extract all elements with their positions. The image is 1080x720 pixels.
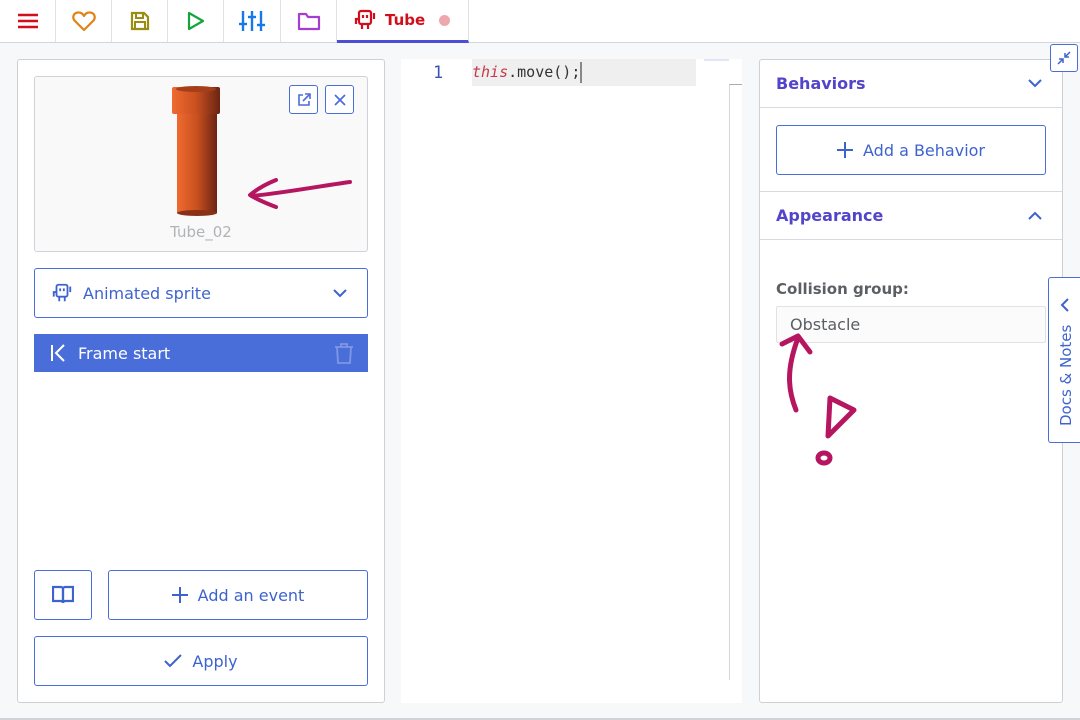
tab-tube[interactable]: Tube: [337, 0, 470, 43]
settings-button[interactable]: [224, 0, 281, 42]
frame-start-icon: [51, 344, 65, 362]
play-icon: [187, 11, 204, 31]
chevron-up-icon: [1028, 211, 1042, 220]
close-icon: [333, 93, 346, 106]
add-event-button[interactable]: Add an event: [108, 570, 368, 620]
book-icon: [52, 585, 74, 604]
robot-sprite-icon: [354, 9, 376, 29]
project-folder-button[interactable]: [281, 0, 337, 42]
event-item-frame-start[interactable]: Frame start: [34, 334, 368, 372]
event-label: Frame start: [78, 343, 171, 363]
plus-icon: [837, 142, 853, 158]
code-text: .move();: [508, 63, 581, 81]
tube-sprite-image: [172, 86, 220, 216]
object-type-label: Animated sprite: [83, 283, 211, 303]
collision-group-input[interactable]: [776, 306, 1046, 343]
text-cursor: [580, 62, 583, 83]
save-icon: [130, 11, 149, 31]
save-button[interactable]: [112, 0, 168, 42]
chevron-left-icon: [1060, 298, 1069, 312]
sliders-icon: [239, 11, 265, 31]
favorites-button[interactable]: [56, 0, 112, 42]
docs-button[interactable]: [34, 570, 92, 620]
heart-icon: [71, 11, 96, 32]
behaviors-title: Behaviors: [776, 74, 866, 93]
minimap[interactable]: [704, 59, 729, 61]
open-external-button[interactable]: [289, 85, 318, 114]
trash-icon[interactable]: [334, 342, 354, 364]
behaviors-section-header[interactable]: Behaviors: [760, 60, 1062, 108]
sprite-preview: Tube_02: [34, 76, 368, 252]
menu-button[interactable]: [0, 0, 56, 42]
add-behavior-label: Add a Behavior: [863, 140, 985, 160]
properties-panel: Behaviors Add a Behavior Appearance Coll…: [759, 59, 1063, 703]
toolbar: Tube: [0, 0, 1080, 43]
collision-group-label: Collision group:: [776, 280, 909, 298]
code-line[interactable]: this.move();: [472, 59, 696, 86]
appearance-title: Appearance: [776, 206, 884, 225]
check-icon: [164, 654, 183, 668]
app-window: Tube Tube_02 Animated sprite Frame start…: [0, 0, 1080, 720]
robot-sprite-icon: [52, 283, 72, 302]
folder-icon: [297, 12, 320, 31]
chevron-down-icon: [333, 288, 347, 297]
add-event-label: Add an event: [197, 585, 305, 605]
plus-icon: [171, 587, 188, 603]
object-panel: Tube_02 Animated sprite Frame start Add …: [17, 59, 385, 703]
menu-icon: [17, 13, 38, 29]
appearance-section-header[interactable]: Appearance: [760, 192, 1062, 240]
line-number: 1: [433, 63, 444, 83]
apply-label: Apply: [192, 651, 238, 671]
tab-label: Tube: [385, 11, 426, 29]
behaviors-section-body: Add a Behavior: [760, 108, 1062, 192]
chevron-down-icon: [1028, 79, 1042, 88]
editor-scrollbar[interactable]: [729, 84, 742, 680]
unsaved-indicator: [439, 14, 451, 26]
object-type-select[interactable]: Animated sprite: [34, 268, 368, 318]
collapse-arrows-icon: [1057, 51, 1071, 65]
external-link-icon: [297, 92, 311, 106]
add-behavior-button[interactable]: Add a Behavior: [776, 125, 1046, 175]
apply-button[interactable]: Apply: [34, 636, 368, 686]
close-preview-button[interactable]: [325, 85, 354, 114]
play-button[interactable]: [168, 0, 224, 42]
docs-notes-tab[interactable]: Docs & Notes: [1048, 277, 1080, 443]
code-editor[interactable]: 1 this.move();: [401, 59, 742, 703]
sprite-name: Tube_02: [170, 223, 232, 241]
code-keyword: this: [472, 63, 509, 81]
collapse-panel-button[interactable]: [1050, 44, 1078, 72]
docs-notes-label: Docs & Notes: [1057, 324, 1075, 426]
